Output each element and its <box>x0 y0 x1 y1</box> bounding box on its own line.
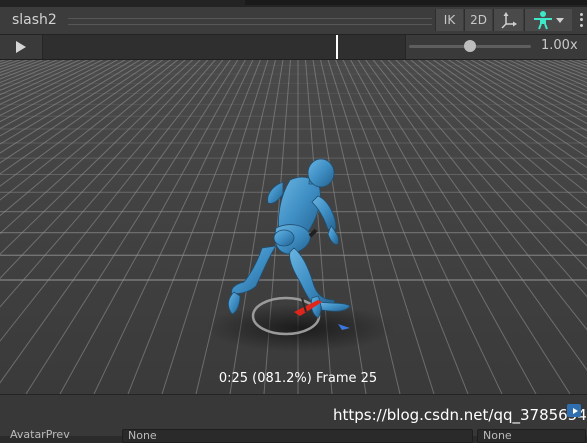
chevron-down-icon <box>555 18 564 23</box>
preview-options-icon[interactable] <box>566 402 584 420</box>
preview-scene <box>0 60 587 394</box>
speed-slider-thumb[interactable] <box>464 40 476 52</box>
playhead-marker[interactable] <box>336 35 338 59</box>
avatar-body-icon <box>533 11 564 30</box>
pivot-icon <box>500 12 517 29</box>
preview-header: slash2 IK 2D <box>0 7 587 35</box>
ik-toggle-button[interactable]: IK <box>435 9 463 31</box>
speed-value: 1.00x <box>541 38 578 53</box>
avatar-dropdown-button[interactable] <box>524 9 572 31</box>
timeline-scrubber[interactable] <box>42 35 406 59</box>
top-strip-shadow <box>245 0 587 5</box>
top-strip <box>0 0 587 7</box>
frame-info-label: 0:25 (081.2%) Frame 25 <box>218 371 378 386</box>
more-options-icon[interactable] <box>577 12 585 28</box>
2d-toggle-button[interactable]: 2D <box>464 9 492 31</box>
avatar-object-field[interactable]: None <box>122 429 473 443</box>
pivot-toggle-button[interactable] <box>493 9 523 31</box>
header-drag-grip[interactable] <box>68 18 432 25</box>
play-icon <box>16 40 26 53</box>
preview-title: slash2 <box>12 12 57 28</box>
watermark-url: https://blog.csdn.net/qq_37856544 <box>333 406 587 424</box>
play-button[interactable] <box>4 36 36 57</box>
avatar-mode-field[interactable]: None <box>477 429 586 443</box>
preview-viewport[interactable] <box>0 60 587 394</box>
